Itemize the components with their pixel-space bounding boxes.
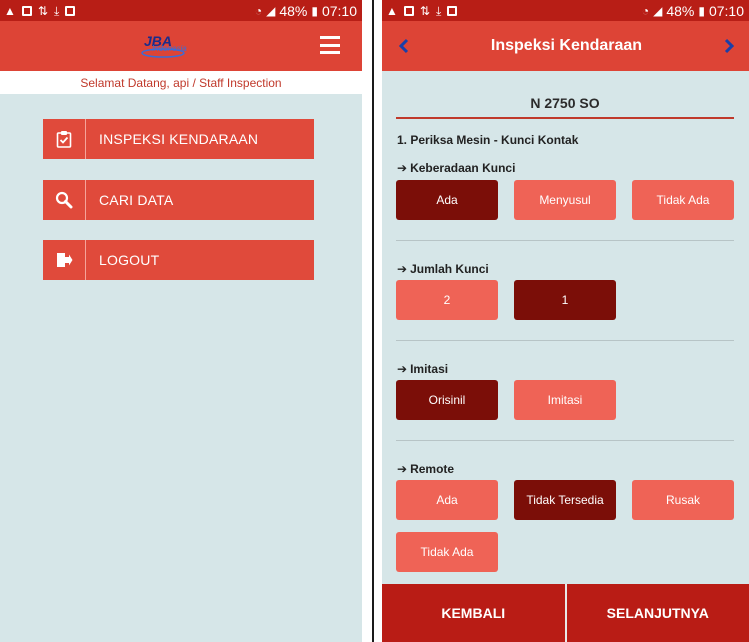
page-title: Inspeksi Kendaraan: [490, 37, 643, 54]
clock: 07:10: [321, 2, 357, 19]
battery-icon: ▮: [698, 3, 705, 18]
image-icon: [21, 5, 32, 16]
separator: [396, 340, 734, 341]
download-icon: ⤓: [435, 3, 442, 18]
sync-icon: ⇅: [419, 3, 430, 18]
menu-cari-data[interactable]: CARI DATA: [43, 180, 314, 220]
vehicle-plate: N 2750 SO: [530, 95, 600, 111]
status-bar: ▲ ⇅ ⤓ ◔ ◢ 48% ▮ 07:10: [382, 0, 749, 21]
option-button[interactable]: Ada: [396, 480, 498, 520]
menu-inspeksi-kendaraan[interactable]: INSPEKSI KENDARAAN: [43, 119, 314, 159]
warning-icon: ▲: [386, 3, 398, 18]
chevron-right-icon[interactable]: [719, 36, 739, 56]
battery-percent: 48%: [279, 2, 308, 19]
wifi-icon: ◔: [254, 3, 263, 18]
logo: JBA Indonesia: [140, 33, 187, 59]
option-button[interactable]: Imitasi: [514, 380, 616, 420]
chevron-left-icon[interactable]: [394, 36, 414, 56]
back-button[interactable]: KEMBALI: [382, 584, 565, 642]
app-header: JBA Indonesia: [0, 21, 362, 71]
clipboard-check-icon: [43, 119, 86, 159]
option-button[interactable]: Ada: [396, 180, 498, 220]
clock: 07:10: [708, 2, 744, 19]
welcome-message: Selamat Datang, api / Staff Inspection: [0, 71, 362, 94]
menu-label: INSPEKSI KENDARAAN: [99, 131, 259, 147]
option-button[interactable]: Tidak Ada: [632, 180, 734, 220]
wifi-icon: ◔: [641, 3, 650, 18]
option-button[interactable]: Orisinil: [396, 380, 498, 420]
next-button[interactable]: SELANJUTNYA: [567, 584, 749, 642]
search-icon: [43, 180, 86, 220]
question-keberadaan-kunci: ➔ Keberadaan Kunci: [397, 161, 516, 175]
battery-icon: ▮: [311, 3, 318, 18]
option-button[interactable]: Tidak Ada: [396, 532, 498, 572]
download-icon: ⤓: [53, 3, 60, 18]
option-button[interactable]: 2: [396, 280, 498, 320]
section-title: 1. Periksa Mesin - Kunci Kontak: [397, 133, 579, 147]
signal-icon: ◢: [653, 3, 663, 18]
screen-divider: [362, 0, 382, 642]
signal-icon: ◢: [266, 3, 276, 18]
option-button[interactable]: Tidak Tersedia: [514, 480, 616, 520]
notification-icon: [65, 5, 76, 16]
notification-icon: [447, 5, 458, 16]
arrow-right-icon: ➔: [397, 462, 408, 476]
hamburger-menu-icon[interactable]: [320, 36, 340, 54]
footer-bar: KEMBALI SELANJUTNYA: [382, 584, 749, 642]
menu-label: LOGOUT: [99, 252, 160, 268]
inspection-screen: ▲ ⇅ ⤓ ◔ ◢ 48% ▮ 07:10 Inspeksi Kendaraan…: [382, 0, 749, 642]
logout-icon: [43, 240, 86, 280]
status-bar: ▲ ⇅ ⤓ ◔ ◢ 48% ▮ 07:10: [0, 0, 362, 21]
option-button[interactable]: Menyusul: [514, 180, 616, 220]
question-remote: ➔ Remote: [397, 462, 455, 476]
home-screen: ▲ ⇅ ⤓ ◔ ◢ 48% ▮ 07:10 JBA Indonesia Sela…: [0, 0, 362, 642]
image-icon: [403, 5, 414, 16]
menu-logout[interactable]: LOGOUT: [43, 240, 314, 280]
question-imitasi: ➔ Imitasi: [397, 362, 449, 376]
arrow-right-icon: ➔: [397, 362, 408, 376]
arrow-right-icon: ➔: [397, 262, 408, 276]
question-jumlah-kunci: ➔ Jumlah Kunci: [397, 262, 489, 276]
option-button[interactable]: Rusak: [632, 480, 734, 520]
battery-percent: 48%: [666, 2, 695, 19]
warning-icon: ▲: [4, 3, 16, 18]
separator: [396, 240, 734, 241]
sync-icon: ⇅: [37, 3, 48, 18]
option-button[interactable]: 1: [514, 280, 616, 320]
plate-underline: [396, 117, 734, 119]
nav-header: Inspeksi Kendaraan: [382, 21, 749, 71]
arrow-right-icon: ➔: [397, 161, 408, 175]
menu-label: CARI DATA: [99, 192, 174, 208]
separator: [396, 440, 734, 441]
